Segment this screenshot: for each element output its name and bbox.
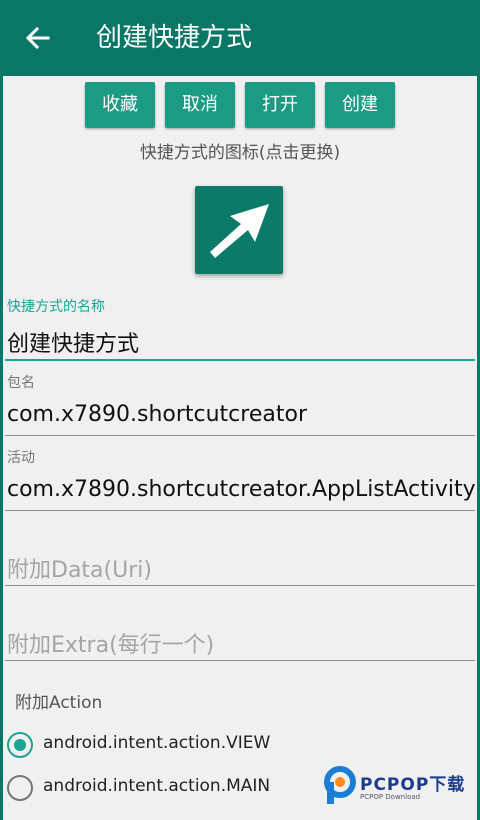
activity-field[interactable]: 活动 com.x7890.shortcutcreator.AppListActi… — [5, 445, 476, 513]
arrow-up-right-icon — [210, 204, 269, 258]
action-option-label: android.intent.action.MAIN — [43, 776, 271, 796]
watermark-text: PCPOP下载 — [360, 775, 466, 795]
shortcut-name-field[interactable]: 快捷方式的名称 创建快捷方式 — [5, 294, 475, 362]
button-row: 收藏 取消 打开 创建 — [3, 82, 477, 128]
field-underline — [5, 359, 475, 361]
package-name-label: 包名 — [7, 375, 35, 391]
data-uri-field[interactable]: 附加Data(Uri) — [5, 546, 475, 586]
pcpop-logo-icon — [324, 766, 356, 804]
shortcut-icon-button[interactable] — [195, 186, 283, 274]
extra-placeholder[interactable]: 附加Extra(每行一个) — [7, 627, 214, 659]
pcpop-watermark: PCPOP下载 PCPOP Download — [322, 766, 472, 810]
field-underline — [5, 585, 475, 586]
field-underline — [5, 510, 475, 511]
package-name-value[interactable]: com.x7890.shortcutcreator — [7, 402, 307, 427]
shortcut-name-label: 快捷方式的名称 — [7, 299, 105, 315]
radio-unselected-icon[interactable] — [7, 775, 33, 801]
open-button[interactable]: 打开 — [245, 82, 315, 128]
extra-field[interactable]: 附加Extra(每行一个) — [5, 621, 475, 661]
cancel-button[interactable]: 取消 — [165, 82, 235, 128]
create-button[interactable]: 创建 — [325, 82, 395, 128]
form-card: 收藏 取消 打开 创建 快捷方式的图标(点击更换) 快捷方式的名称 创建快捷方式… — [3, 76, 477, 820]
action-option-label: android.intent.action.VIEW — [43, 733, 271, 753]
icon-hint: 快捷方式的图标(点击更换) — [139, 143, 341, 163]
data-uri-placeholder[interactable]: 附加Data(Uri) — [7, 552, 152, 584]
arrow-left-icon[interactable] — [22, 22, 54, 54]
watermark-subtext: PCPOP Download — [360, 793, 421, 801]
action-label: 附加Action — [15, 693, 103, 713]
activity-value[interactable]: com.x7890.shortcutcreator.AppListActivit… — [7, 477, 476, 502]
favorite-button[interactable]: 收藏 — [85, 82, 155, 128]
app-bar: 创建快捷方式 — [0, 0, 480, 76]
field-underline — [5, 435, 475, 436]
page-title: 创建快捷方式 — [96, 23, 253, 53]
activity-label: 活动 — [7, 450, 35, 466]
package-name-field[interactable]: 包名 com.x7890.shortcutcreator — [5, 370, 475, 438]
radio-selected-icon[interactable] — [7, 732, 33, 758]
field-underline — [5, 660, 475, 661]
shortcut-name-value[interactable]: 创建快捷方式 — [7, 326, 139, 358]
